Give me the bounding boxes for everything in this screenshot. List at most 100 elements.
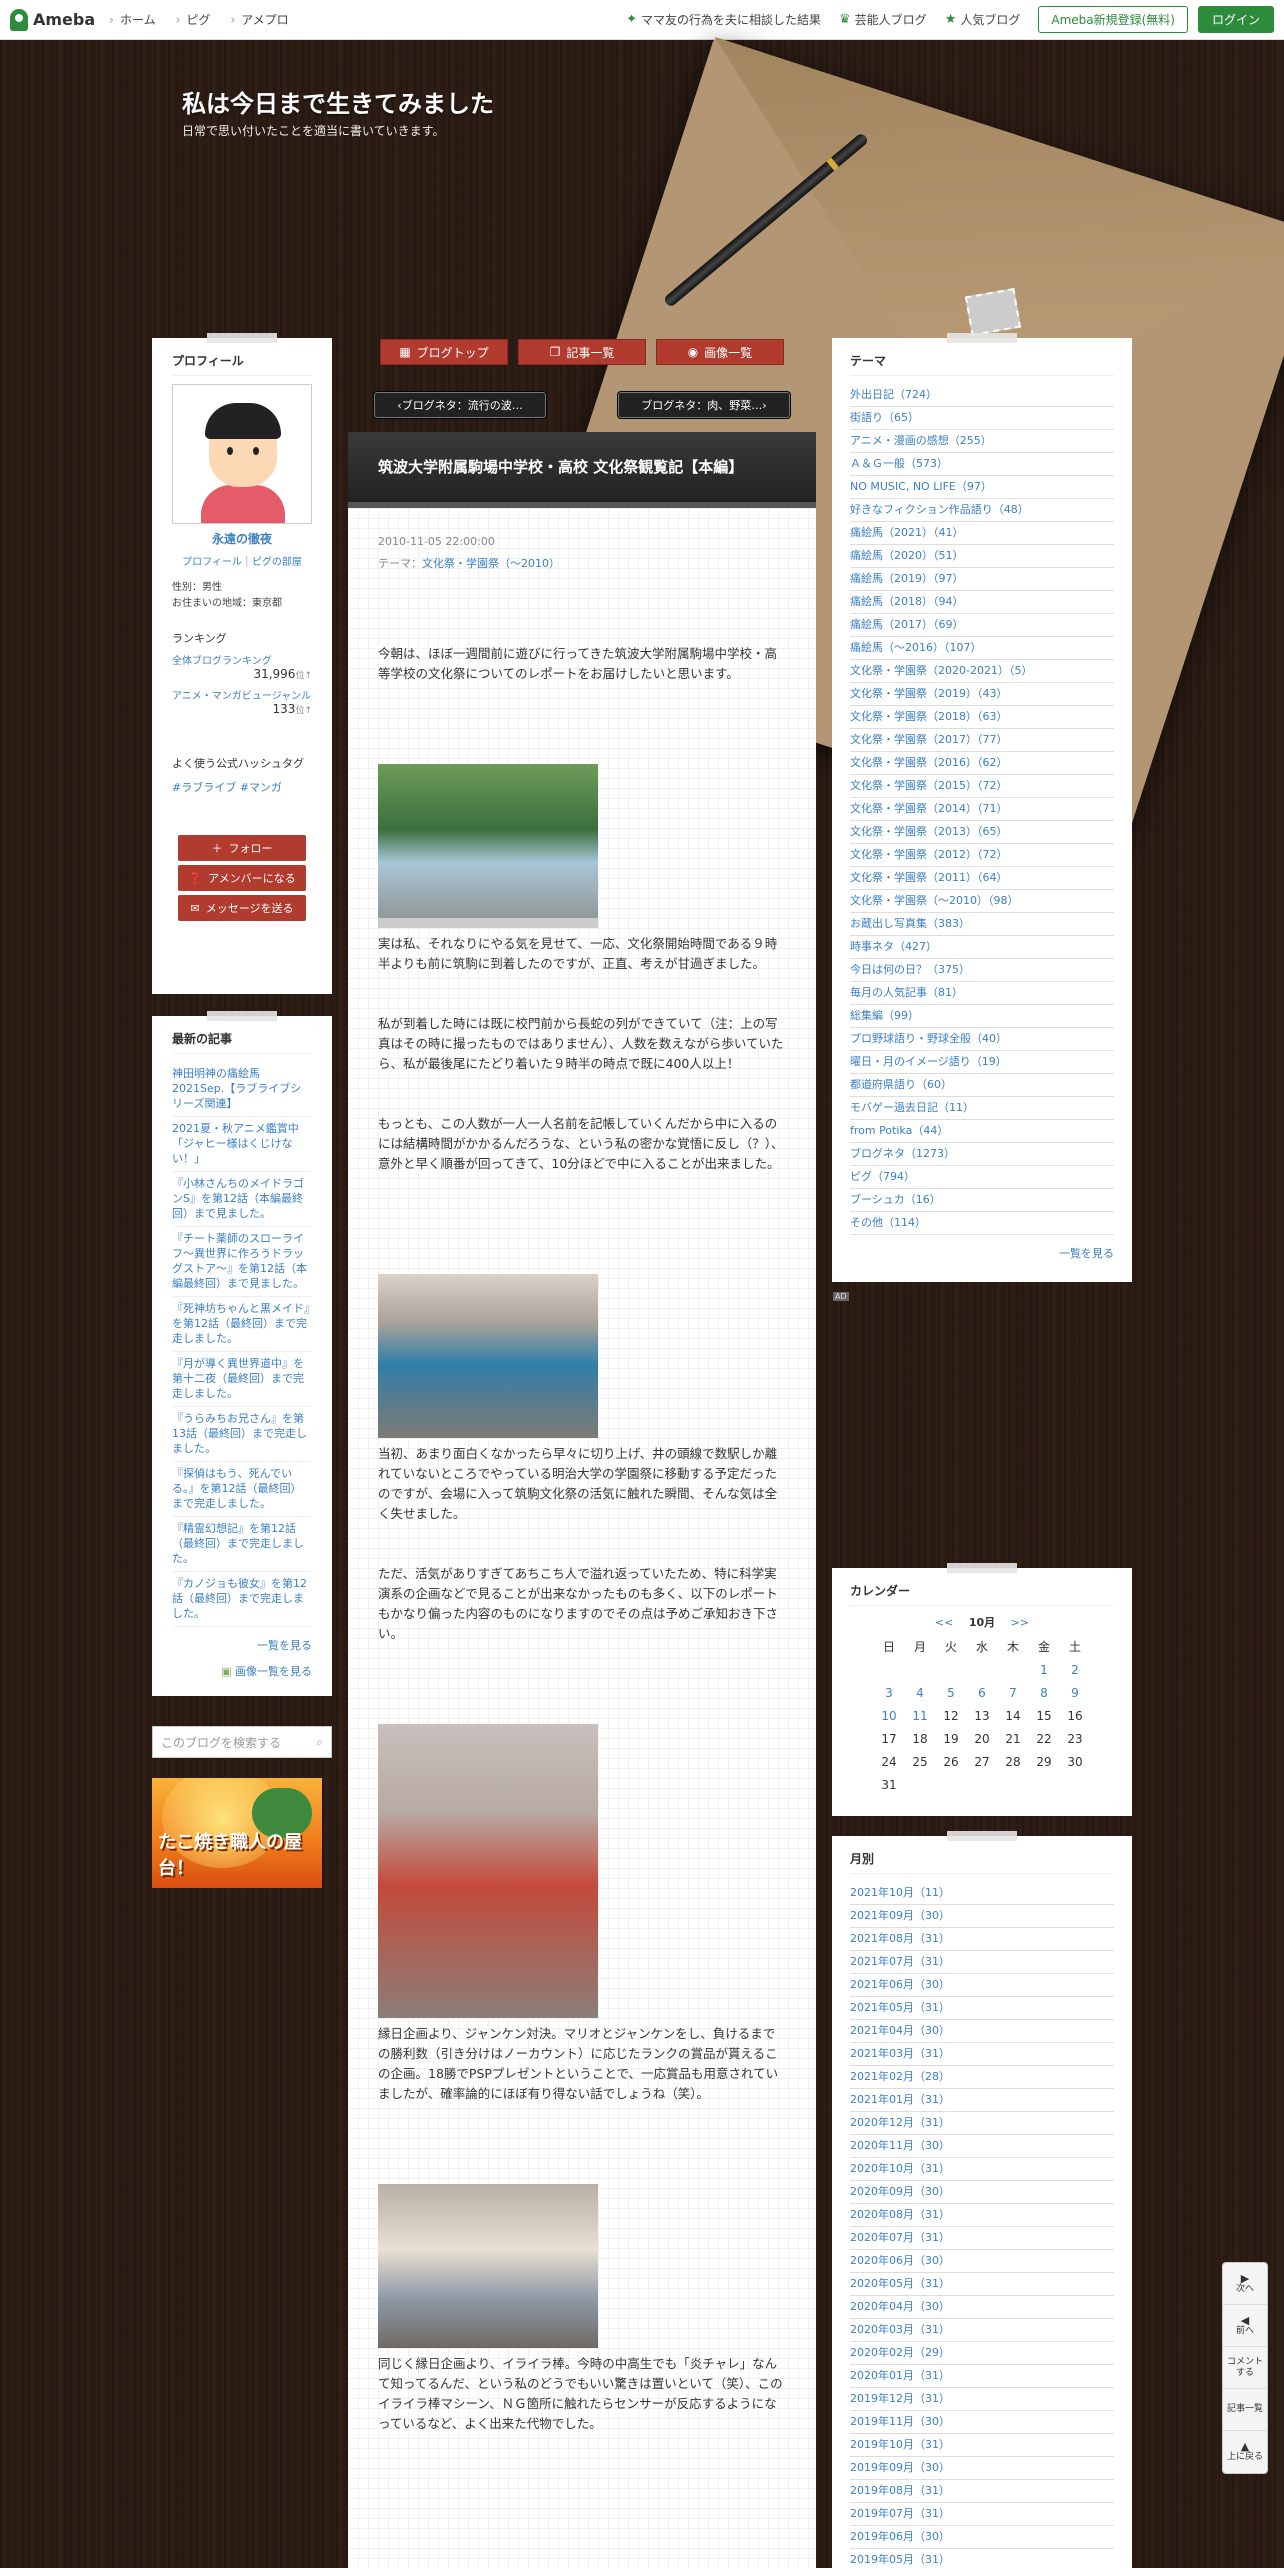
calendar-day[interactable]: 6 bbox=[967, 1682, 998, 1705]
article-list-button[interactable]: ❐ 記事一覧 bbox=[518, 339, 646, 365]
profile-links[interactable]: プロフィール｜ピグの部屋 bbox=[172, 553, 312, 568]
theme-link[interactable]: 痛絵馬（2017）（69） bbox=[850, 614, 1114, 637]
image-list-link[interactable]: ▣ 画像一覧を見る bbox=[172, 1663, 312, 1679]
theme-link[interactable]: その他（114） bbox=[850, 1212, 1114, 1235]
ranking-overall-link[interactable]: 全体ブログランキング bbox=[172, 652, 312, 667]
calendar-day[interactable]: 4 bbox=[905, 1682, 936, 1705]
theme-link[interactable]: 文化祭・学園祭（2012）（72） bbox=[850, 844, 1114, 867]
month-archive-link[interactable]: 2021年04月（30） bbox=[850, 2020, 1114, 2043]
month-archive-link[interactable]: 2021年05月（31） bbox=[850, 1997, 1114, 2020]
theme-link[interactable]: 文化祭・学園祭（2011）（64） bbox=[850, 867, 1114, 890]
recent-article-link[interactable]: 『うらみちお兄さん』を第13話（最終回）まで完走しました。 bbox=[172, 1407, 312, 1462]
trending-link[interactable]: ✦ ママ友の行為を夫に相談した結果 bbox=[626, 11, 821, 28]
theme-link[interactable]: 外出日記（724） bbox=[850, 384, 1114, 407]
recent-article-link[interactable]: 『カノジョも彼女』を第12話（最終回）まで完走しました。 bbox=[172, 1572, 312, 1627]
calendar-day[interactable]: 7 bbox=[998, 1682, 1029, 1705]
month-archive-link[interactable]: 2021年01月（31） bbox=[850, 2089, 1114, 2112]
next-button[interactable]: ▶ 次へ bbox=[1223, 2263, 1267, 2305]
theme-link[interactable]: 文化祭・学園祭（2013）（65） bbox=[850, 821, 1114, 844]
calendar-prev-button[interactable]: << bbox=[935, 1616, 953, 1629]
search-icon[interactable]: ⌕ bbox=[316, 1735, 323, 1750]
month-archive-link[interactable]: 2020年05月（31） bbox=[850, 2273, 1114, 2296]
theme-link[interactable]: 痛絵馬（2019）（97） bbox=[850, 568, 1114, 591]
month-archive-link[interactable]: 2020年10月（31） bbox=[850, 2158, 1114, 2181]
calendar-day[interactable]: 11 bbox=[905, 1705, 936, 1728]
month-archive-link[interactable]: 2020年09月（30） bbox=[850, 2181, 1114, 2204]
theme-link[interactable]: モバゲー過去日記（11） bbox=[850, 1097, 1114, 1120]
month-archive-link[interactable]: 2020年04月（30） bbox=[850, 2296, 1114, 2319]
theme-link[interactable]: 痛絵馬（2020）（51） bbox=[850, 545, 1114, 568]
theme-link[interactable]: 文化祭・学園祭（～2010） bbox=[422, 557, 560, 570]
amember-button[interactable]: ❓ アメンバーになる bbox=[178, 865, 306, 891]
theme-link[interactable]: プロ野球語り・野球全般（40） bbox=[850, 1028, 1114, 1051]
recent-article-link[interactable]: 『精霊幻想記』を第12話（最終回）まで完走しました。 bbox=[172, 1517, 312, 1572]
theme-link[interactable]: 毎月の人気記事（81） bbox=[850, 982, 1114, 1005]
theme-link[interactable]: NO MUSIC, NO LIFE（97） bbox=[850, 476, 1114, 499]
nav-home[interactable]: ホーム bbox=[109, 11, 156, 28]
month-archive-link[interactable]: 2019年07月（31） bbox=[850, 2503, 1114, 2526]
theme-link[interactable]: 文化祭・学園祭（～2010）（98） bbox=[850, 890, 1114, 913]
prev-article-button[interactable]: ‹ ブログネタ：流行の波… bbox=[374, 392, 546, 418]
theme-link[interactable]: 文化祭・学園祭（2018）（63） bbox=[850, 706, 1114, 729]
calendar-day[interactable]: 2 bbox=[1060, 1659, 1091, 1682]
recent-article-link[interactable]: 『探偵はもう、死んでいる。』を第12話（最終回）まで完走しました。 bbox=[172, 1462, 312, 1517]
celebrity-blog-link[interactable]: ♛ 芸能人ブログ bbox=[839, 11, 927, 28]
themes-more-link[interactable]: 一覧を見る bbox=[850, 1245, 1114, 1261]
theme-link[interactable]: from Potika（44） bbox=[850, 1120, 1114, 1143]
register-button[interactable]: Ameba新規登録(無料) bbox=[1038, 6, 1188, 33]
month-archive-link[interactable]: 2019年05月（31） bbox=[850, 2549, 1114, 2568]
month-archive-link[interactable]: 2021年10月（11） bbox=[850, 1882, 1114, 1905]
month-archive-link[interactable]: 2019年10月（31） bbox=[850, 2434, 1114, 2457]
article-photo[interactable] bbox=[378, 2184, 598, 2348]
calendar-day[interactable]: 9 bbox=[1060, 1682, 1091, 1705]
theme-link[interactable]: 都道府県語り（60） bbox=[850, 1074, 1114, 1097]
avatar[interactable] bbox=[172, 384, 312, 524]
prev-button[interactable]: ◀ 前へ bbox=[1223, 2305, 1267, 2347]
theme-link[interactable]: 時事ネタ（427） bbox=[850, 936, 1114, 959]
theme-link[interactable]: 街語り（65） bbox=[850, 407, 1114, 430]
month-archive-link[interactable]: 2020年01月（31） bbox=[850, 2365, 1114, 2388]
article-photo[interactable] bbox=[378, 1274, 598, 1438]
recent-article-link[interactable]: 『チート薬師のスローライフ～異世界に作ろうドラッグストア～』を第12話（本編最終… bbox=[172, 1227, 312, 1297]
recent-article-link[interactable]: 『月が導く異世界道中』を第十二夜（最終回）まで完走しました。 bbox=[172, 1352, 312, 1407]
month-archive-link[interactable]: 2021年03月（31） bbox=[850, 2043, 1114, 2066]
month-archive-link[interactable]: 2020年08月（31） bbox=[850, 2204, 1114, 2227]
theme-link[interactable]: ピグ（794） bbox=[850, 1166, 1114, 1189]
theme-link[interactable]: 文化祭・学園祭（2020-2021）（5） bbox=[850, 660, 1114, 683]
calendar-day[interactable]: 3 bbox=[874, 1682, 905, 1705]
month-archive-link[interactable]: 2019年11月（30） bbox=[850, 2411, 1114, 2434]
theme-link[interactable]: Ａ＆Ｇ一般（573） bbox=[850, 453, 1114, 476]
theme-link[interactable]: 文化祭・学園祭（2014）（71） bbox=[850, 798, 1114, 821]
month-archive-link[interactable]: 2019年06月（30） bbox=[850, 2526, 1114, 2549]
calendar-day[interactable]: 5 bbox=[936, 1682, 967, 1705]
month-archive-link[interactable]: 2020年11月（30） bbox=[850, 2135, 1114, 2158]
month-archive-link[interactable]: 2021年09月（30） bbox=[850, 1905, 1114, 1928]
article-list-float-button[interactable]: 記事一覧 bbox=[1223, 2389, 1267, 2431]
article-photo[interactable] bbox=[378, 1724, 598, 2018]
theme-link[interactable]: 痛絵馬（2021）（41） bbox=[850, 522, 1114, 545]
month-archive-link[interactable]: 2020年02月（29） bbox=[850, 2342, 1114, 2365]
recent-more-link[interactable]: 一覧を見る bbox=[172, 1637, 312, 1653]
article-photo[interactable] bbox=[378, 764, 598, 928]
month-archive-link[interactable]: 2020年07月（31） bbox=[850, 2227, 1114, 2250]
recent-article-link[interactable]: 2021夏・秋アニメ鑑賞中「ジャヒー様はくじけない！」 bbox=[172, 1117, 312, 1172]
month-archive-link[interactable]: 2021年07月（31） bbox=[850, 1951, 1114, 1974]
theme-link[interactable]: 痛絵馬（2018）（94） bbox=[850, 591, 1114, 614]
calendar-day[interactable]: 8 bbox=[1029, 1682, 1060, 1705]
month-archive-link[interactable]: 2019年09月（30） bbox=[850, 2457, 1114, 2480]
blog-title[interactable]: 私は今日まで生きてみました bbox=[182, 84, 494, 119]
nav-pigg[interactable]: ピグ bbox=[176, 11, 210, 28]
theme-link[interactable]: ブログネタ（1273） bbox=[850, 1143, 1114, 1166]
takoyaki-banner[interactable]: たこ焼き職人の屋台！ bbox=[152, 1778, 322, 1888]
ranking-genre-link[interactable]: アニメ・マンガビュージャンル bbox=[172, 687, 312, 702]
theme-link[interactable]: 今日は何の日？（375） bbox=[850, 959, 1114, 982]
theme-link[interactable]: 痛絵馬（～2016）（107） bbox=[850, 637, 1114, 660]
message-button[interactable]: ✉ メッセージを送る bbox=[178, 895, 306, 921]
theme-link[interactable]: お蔵出し写真集（383） bbox=[850, 913, 1114, 936]
popular-blog-link[interactable]: ★ 人気ブログ bbox=[945, 11, 1021, 28]
comment-button[interactable]: コメントする bbox=[1223, 2347, 1267, 2389]
theme-link[interactable]: ブーシュカ（16） bbox=[850, 1189, 1114, 1212]
month-archive-link[interactable]: 2019年08月（31） bbox=[850, 2480, 1114, 2503]
hashtag-links[interactable]: #ラブライブ #マンガ bbox=[172, 779, 312, 795]
month-archive-link[interactable]: 2020年06月（30） bbox=[850, 2250, 1114, 2273]
